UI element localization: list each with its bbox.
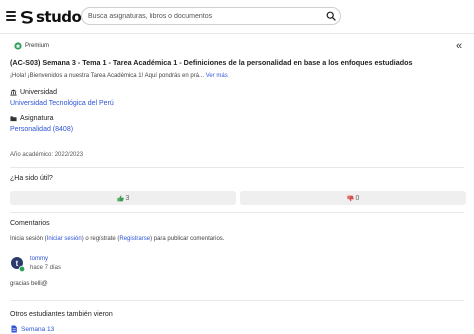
comment-text: gracias belli@ xyxy=(10,281,48,287)
thumbs-up-icon xyxy=(116,195,124,201)
document-title: (AC-S03) Semana 3 - Tema 1 - Tarea Acadé… xyxy=(10,58,413,67)
document-icon xyxy=(11,325,17,333)
like-count: 3 xyxy=(125,194,130,202)
premium-badge: Premium xyxy=(14,42,49,50)
comment-time: hace 7 días xyxy=(30,265,62,271)
description-text: ¡Hola! ¡Bienvenidos a nuestra Tarea Acad… xyxy=(10,73,205,79)
svg-text:t: t xyxy=(16,259,19,268)
see-more-link[interactable]: Ver más xyxy=(206,73,228,79)
related-heading: Otros estudiantes también vieron xyxy=(10,311,113,318)
login-prompt: Inicia sesión (Iniciar sesión) o regístr… xyxy=(10,236,224,242)
university-label: Universidad xyxy=(20,89,57,96)
search-box[interactable] xyxy=(81,7,341,25)
studocu-logo-icon xyxy=(21,11,33,24)
login-prefix: Inicia sesión ( xyxy=(10,236,47,242)
premium-label: Premium xyxy=(25,43,50,49)
university-label-row: Universidad xyxy=(10,89,57,96)
login-link[interactable]: Iniciar sesión xyxy=(47,236,82,242)
subject-label: Asignatura xyxy=(20,115,54,122)
dislike-count: 0 xyxy=(355,194,360,202)
university-icon xyxy=(10,89,17,96)
comment-author[interactable]: tommy xyxy=(30,256,48,262)
helpful-question: ¿Ha sido útil? xyxy=(10,175,53,182)
divider xyxy=(10,212,464,213)
subject-label-row: Asignatura xyxy=(10,115,53,122)
thumbs-down-icon xyxy=(346,195,354,201)
register-link[interactable]: Registrarse xyxy=(119,236,150,242)
related-item-label: Semana 13 xyxy=(21,325,55,333)
university-link[interactable]: Universidad Tecnológica del Perú xyxy=(10,100,114,107)
dislike-button[interactable]: 0 xyxy=(240,191,466,205)
related-item[interactable]: Semana 13 xyxy=(10,325,54,333)
login-middle: ) o regístrate ( xyxy=(81,236,120,242)
folder-icon xyxy=(10,116,17,122)
premium-icon xyxy=(14,42,22,50)
academic-year: Año académico: 2022/2023 xyxy=(10,152,84,158)
top-bar: studocu xyxy=(0,0,474,34)
search-icon[interactable] xyxy=(326,11,336,21)
divider xyxy=(10,300,464,301)
like-button[interactable]: 3 xyxy=(10,191,236,205)
document-description: ¡Hola! ¡Bienvenidos a nuestra Tarea Acad… xyxy=(10,73,228,79)
avatar: t xyxy=(11,257,25,272)
divider xyxy=(10,167,464,168)
collapse-panel-icon[interactable]: « xyxy=(456,40,462,52)
comments-heading: Comentarios xyxy=(10,220,50,227)
login-suffix: ) para publicar comentarios. xyxy=(150,236,225,242)
menu-icon[interactable] xyxy=(6,11,16,21)
search-input[interactable] xyxy=(88,8,313,24)
subject-link[interactable]: Personalidad (8408) xyxy=(10,126,73,133)
